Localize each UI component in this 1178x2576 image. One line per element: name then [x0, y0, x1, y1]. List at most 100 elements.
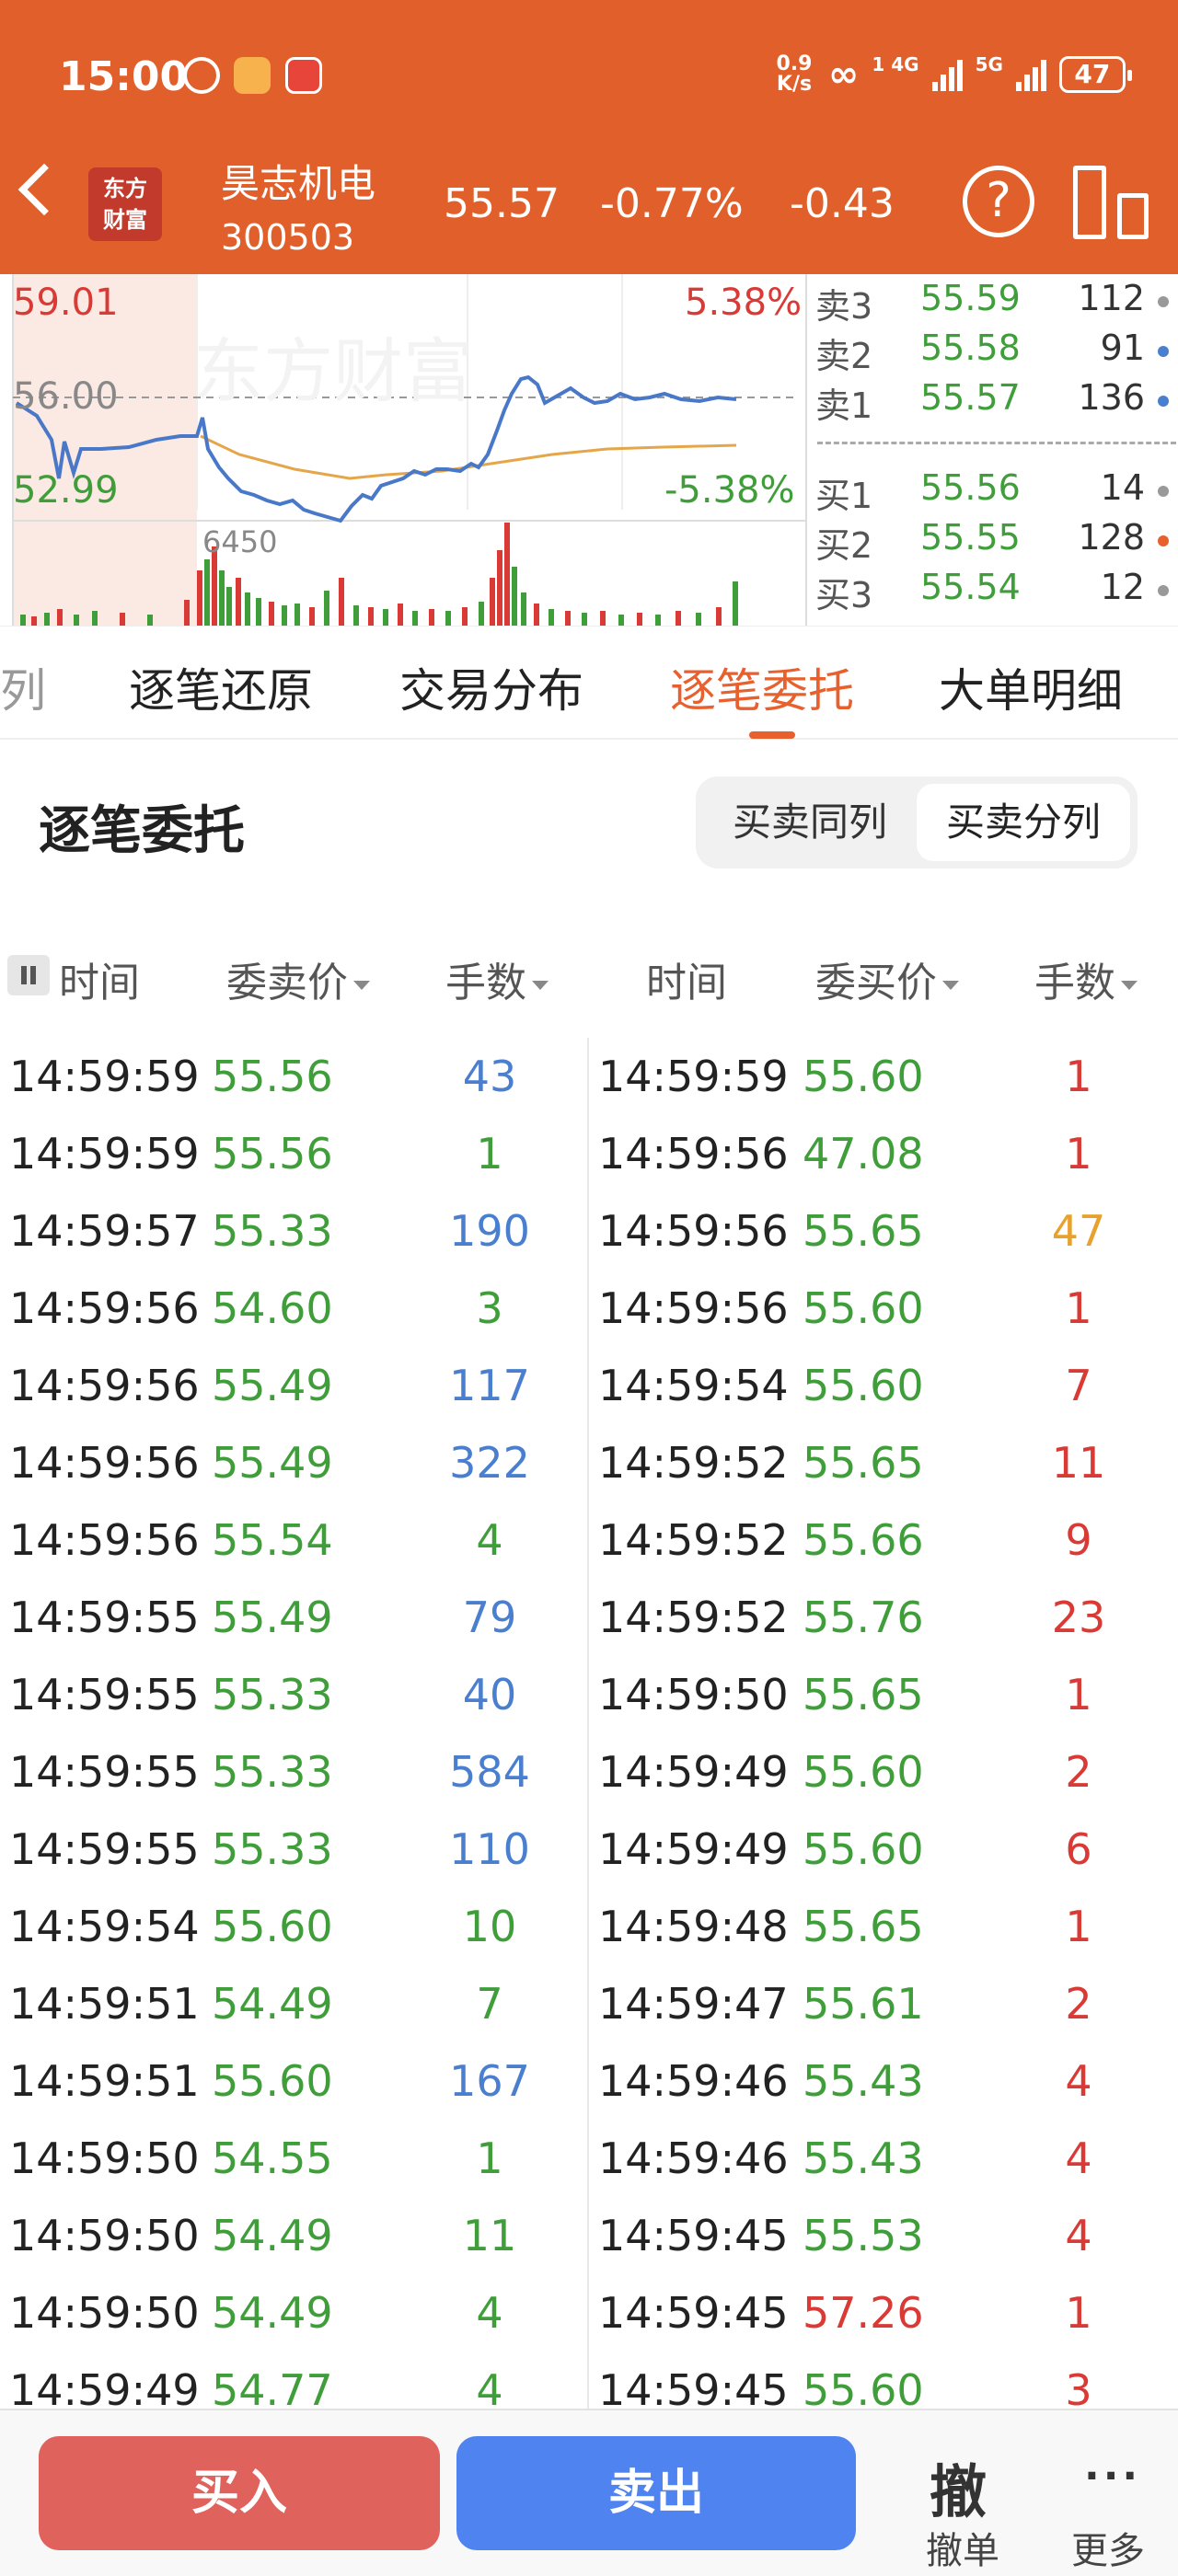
buy-volume: 9: [1065, 1515, 1092, 1565]
chart-canvas: 东方财富: [12, 274, 807, 626]
buy-price: 55.60: [803, 1824, 924, 1874]
net-speed: 0.9 K/s: [776, 52, 813, 96]
table-row: 14:59:55 55.33 40 14:59:50 55.65 1: [0, 1656, 1178, 1733]
tab-tick-orders[interactable]: 逐笔委托: [670, 654, 854, 720]
tab-trade-distribution[interactable]: 交易分布: [399, 654, 583, 720]
buy-price: 55.61: [803, 1979, 924, 2029]
sort-caret-icon: [1121, 981, 1138, 990]
cancel-order-label[interactable]: 撤单: [926, 2521, 999, 2574]
stock-name[interactable]: 昊志机电: [221, 153, 375, 209]
buy-time: 14:59:46: [598, 2133, 789, 2183]
more-icon[interactable]: ···: [1084, 2453, 1141, 2500]
volume-max-label: 6450: [202, 524, 278, 559]
brand-logo: 东方 财富: [88, 167, 162, 241]
sell-volume: 10: [462, 1902, 517, 1951]
chart-high-label: 59.01: [13, 282, 119, 324]
buy-time: 14:59:45: [598, 2288, 789, 2338]
back-icon[interactable]: [17, 163, 71, 216]
table-row: 14:59:51 55.60 167 14:59:46 55.43 4: [0, 2042, 1178, 2120]
sell-time: 14:59:56: [9, 1515, 200, 1565]
sell-price: 55.33: [212, 1824, 333, 1874]
buy-time: 14:59:52: [598, 1515, 789, 1565]
sell-price: 55.56: [212, 1052, 333, 1101]
section-title: 逐笔委托: [39, 801, 245, 861]
bid-row: 买3 55.54 12: [810, 567, 1178, 615]
col-header-time-2: 时间: [646, 960, 727, 1006]
buy-price: 55.65: [803, 1670, 924, 1719]
buy-time: 14:59:54: [598, 1361, 789, 1410]
sell-time: 14:59:56: [9, 1361, 200, 1410]
bid-row: 买1 55.56 14: [810, 467, 1178, 516]
table-row: 14:59:55 55.33 110 14:59:49 55.60 6: [0, 1811, 1178, 1888]
help-icon[interactable]: ?: [963, 166, 1034, 237]
active-tab-indicator: [749, 731, 795, 739]
bid-row: 买2 55.55 128: [810, 517, 1178, 566]
sell-time: 14:59:57: [9, 1206, 200, 1256]
status-time: 15:00: [59, 53, 189, 100]
sell-price: 55.56: [212, 1129, 333, 1179]
toggle-same-column[interactable]: 买卖同列: [703, 784, 917, 861]
sell-volume: 40: [462, 1670, 517, 1719]
sell-price: 55.33: [212, 1670, 333, 1719]
orderbook-separator: [817, 442, 1176, 444]
buy-price: 55.66: [803, 1515, 924, 1565]
sell-time: 14:59:59: [9, 1129, 200, 1179]
tab-large-orders[interactable]: 大单明细: [939, 654, 1123, 720]
buy-time: 14:59:48: [598, 1902, 789, 1951]
sell-volume: 79: [462, 1593, 517, 1642]
sell-volume: 4: [476, 2288, 503, 2338]
buy-time: 14:59:45: [598, 2211, 789, 2260]
signal-1-icon: [931, 58, 963, 91]
sell-volume: 11: [462, 2211, 517, 2260]
col-header-sell-price[interactable]: 委卖价: [226, 949, 370, 1008]
sell-time: 14:59:55: [9, 1747, 200, 1797]
sell-time: 14:59:49: [9, 2365, 200, 2409]
cancel-order-icon[interactable]: 撤: [930, 2445, 987, 2528]
toggle-split-column[interactable]: 买卖分列: [917, 784, 1130, 861]
buy-volume: 3: [1065, 2365, 1092, 2409]
status-indicators: 0.9 K/s ∞ 1 4G 5G 47: [773, 52, 1132, 96]
buy-time: 14:59:46: [598, 2056, 789, 2106]
sim1-label: 1 4G: [872, 53, 919, 75]
buy-price: 55.60: [803, 1361, 924, 1410]
bid-dot: [1158, 535, 1169, 546]
layout-toggle: 买卖同列 买卖分列: [696, 776, 1138, 868]
layout-switch-icon[interactable]: [1073, 166, 1149, 239]
sort-caret-icon: [942, 981, 959, 990]
more-label[interactable]: 更多: [1071, 2521, 1145, 2574]
col-header-buy-vol[interactable]: 手数: [1034, 949, 1138, 1008]
table-row: 14:59:59 55.56 1 14:59:56 47.08 1: [0, 1115, 1178, 1192]
buy-time: 14:59:52: [598, 1438, 789, 1488]
table-row: 14:59:56 54.60 3 14:59:56 55.60 1: [0, 1270, 1178, 1347]
sell-volume: 3: [476, 1283, 503, 1333]
sell-price: 55.60: [212, 2056, 333, 2106]
hotspot-icon: ∞: [828, 53, 860, 96]
sell-price: 55.60: [212, 1902, 333, 1951]
tab-tick-restore[interactable]: 逐笔还原: [129, 654, 313, 720]
sell-time: 14:59:50: [9, 2288, 200, 2338]
sell-price: 55.33: [212, 1206, 333, 1256]
table-row: 14:59:59 55.56 43 14:59:59 55.60 1: [0, 1038, 1178, 1115]
pause-icon[interactable]: [7, 955, 50, 995]
sell-time: 14:59:51: [9, 1979, 200, 2029]
buy-volume: 1: [1065, 2288, 1092, 2338]
col-header-sell-vol[interactable]: 手数: [445, 949, 549, 1008]
sell-time: 14:59:56: [9, 1283, 200, 1333]
buy-button[interactable]: 买入: [39, 2436, 440, 2550]
sell-time: 14:59:56: [9, 1438, 200, 1488]
tab-partial[interactable]: 列: [0, 654, 46, 720]
intraday-chart[interactable]: 东方财富 59.01 56.00 52.99 5.38% -5.38% 6450: [0, 274, 810, 626]
sell-time: 14:59:55: [9, 1670, 200, 1719]
sell-volume: 167: [449, 2056, 530, 2106]
buy-price: 47.08: [803, 1129, 924, 1179]
sell-price: 55.33: [212, 1747, 333, 1797]
buy-volume: 47: [1051, 1206, 1106, 1256]
order-list[interactable]: 14:59:59 55.56 43 14:59:59 55.60 1 14:59:59 55.…: [0, 1038, 1178, 2409]
change-amount: -0.43: [790, 180, 895, 227]
bid-dot: [1158, 585, 1169, 596]
buy-volume: 2: [1065, 1979, 1092, 2029]
table-row: 14:59:50 54.49 4 14:59:45 57.26 1: [0, 2274, 1178, 2352]
sell-button[interactable]: 卖出: [456, 2436, 856, 2550]
col-header-buy-price[interactable]: 委买价: [815, 949, 959, 1008]
sell-price: 54.49: [212, 2288, 333, 2338]
